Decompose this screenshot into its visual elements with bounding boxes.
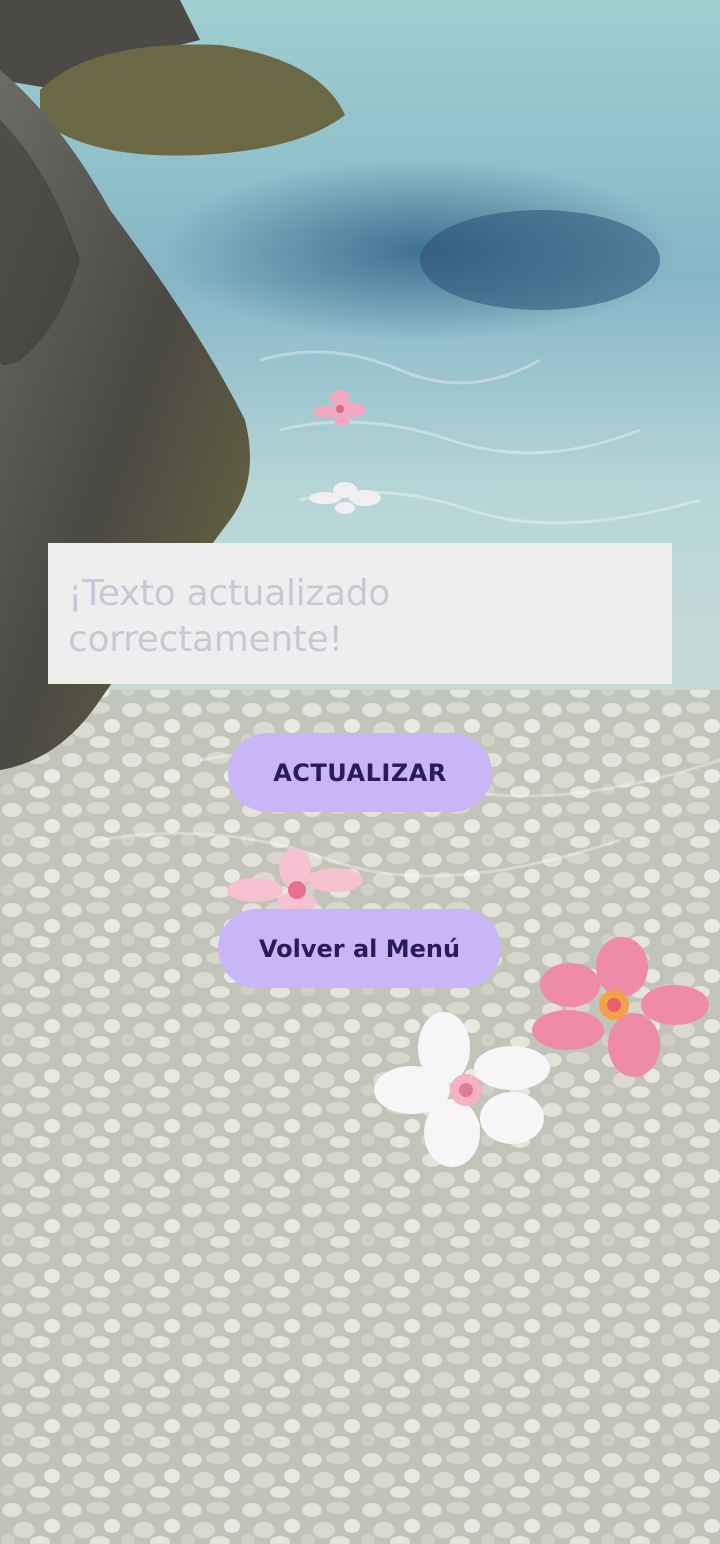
flower-icon xyxy=(309,482,381,514)
status-text: ¡Texto actualizado correctamente! xyxy=(68,573,390,660)
flower-icon xyxy=(374,1012,550,1167)
flower-icon xyxy=(532,937,709,1077)
flower-icon xyxy=(313,390,366,426)
update-button[interactable]: ACTUALIZAR xyxy=(228,733,492,812)
back-to-menu-button[interactable]: Volver al Menú xyxy=(218,909,501,988)
flower-icon xyxy=(227,848,363,912)
status-textbox[interactable]: ¡Texto actualizado correctamente! xyxy=(48,543,672,684)
